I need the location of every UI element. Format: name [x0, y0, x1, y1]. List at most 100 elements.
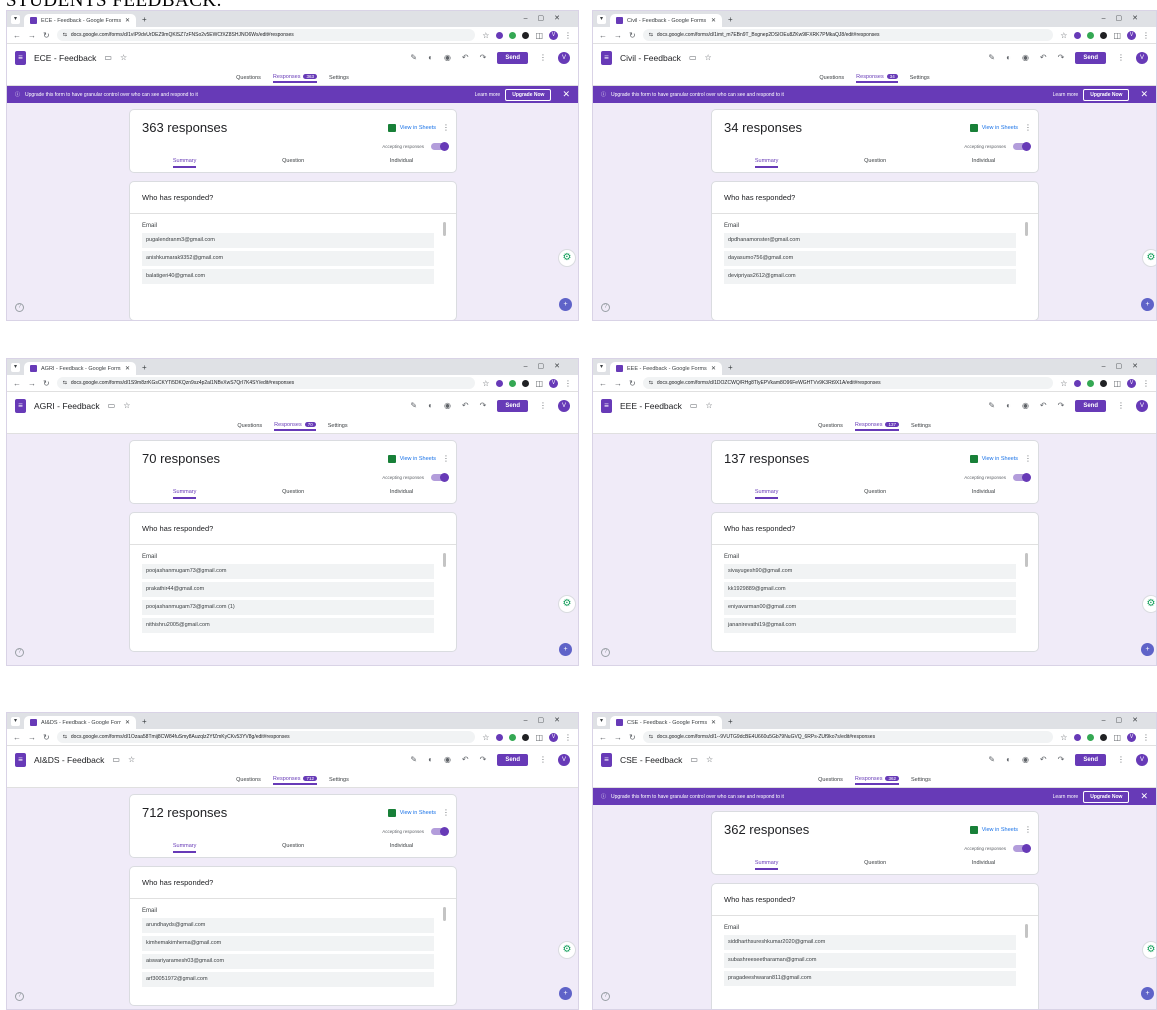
url-input[interactable]: ⇆ docs.google.com/forms/d/1S9m8zrKGsCKYT…: [56, 377, 476, 389]
add-question-fab-icon[interactable]: +: [559, 987, 572, 1000]
account-avatar[interactable]: V: [558, 399, 570, 412]
site-info-icon[interactable]: ⇆: [649, 380, 653, 386]
extension-icon[interactable]: [1100, 31, 1108, 39]
tab-search-icon[interactable]: ▾: [11, 716, 20, 726]
email-row[interactable]: pugalendranm3@gmail.com: [142, 233, 434, 248]
tab-responses[interactable]: Responses 34: [856, 74, 898, 83]
tab-questions[interactable]: Questions: [236, 75, 261, 81]
tab-individual[interactable]: Individual: [972, 860, 995, 870]
star-icon[interactable]: ☆: [120, 53, 127, 62]
tab-summary[interactable]: Summary: [172, 158, 197, 168]
puzzle-icon[interactable]: ◫: [1113, 379, 1121, 388]
extension-icon[interactable]: [1100, 733, 1108, 741]
palette-icon[interactable]: ◐: [1006, 755, 1011, 764]
back-icon[interactable]: ←: [599, 733, 607, 742]
window-controls[interactable]: –▢✕: [1102, 362, 1148, 370]
chrome-menu-icon[interactable]: ⋮: [1142, 733, 1150, 742]
preview-eye-icon[interactable]: ◉: [1022, 401, 1029, 410]
palette-icon[interactable]: ◐: [428, 53, 433, 62]
email-row[interactable]: jananirevathi19@gmail.com: [724, 618, 1016, 633]
email-list-scrollbar[interactable]: [443, 553, 446, 567]
tab-question[interactable]: Question: [282, 158, 304, 168]
forms-logo-icon[interactable]: ≡: [15, 50, 26, 65]
site-info-icon[interactable]: ⇆: [63, 380, 67, 386]
back-icon[interactable]: ←: [599, 379, 607, 388]
accepting-responses-toggle[interactable]: [431, 473, 449, 482]
tab-question[interactable]: Question: [282, 489, 304, 499]
email-row[interactable]: aiswariyaramesh03@gmail.com: [142, 954, 434, 969]
close-tab-icon[interactable]: ✕: [711, 719, 716, 726]
tab-question[interactable]: Question: [864, 158, 886, 168]
puzzle-icon[interactable]: ◫: [535, 733, 543, 742]
preview-eye-icon[interactable]: ◉: [444, 53, 451, 62]
learn-more-link[interactable]: Learn more: [1053, 794, 1079, 800]
forward-icon[interactable]: →: [28, 31, 36, 40]
accepting-responses-toggle[interactable]: [1013, 473, 1031, 482]
redo-icon[interactable]: ↷: [480, 53, 487, 62]
close-tab-icon[interactable]: ✕: [125, 719, 130, 726]
email-row[interactable]: siddharthsureshkumar2020@gmail.com: [724, 935, 1016, 950]
email-row[interactable]: arundhayds@gmail.com: [142, 918, 434, 933]
add-question-fab-icon[interactable]: +: [1141, 643, 1154, 656]
chrome-menu-icon[interactable]: ⋮: [1142, 31, 1150, 40]
gemini-sparkle-icon[interactable]: ⚙: [558, 595, 576, 613]
folder-icon[interactable]: ▭: [104, 53, 112, 62]
preview-eye-icon[interactable]: ◉: [1022, 53, 1029, 62]
view-in-sheets-button[interactable]: View in Sheets: [969, 124, 1018, 132]
tab-search-icon[interactable]: ▾: [11, 362, 20, 372]
bookmark-star-icon[interactable]: ☆: [1060, 379, 1067, 388]
more-options-icon[interactable]: ⋮: [1117, 401, 1125, 410]
close-tab-icon[interactable]: ✕: [125, 17, 130, 24]
extension-icon[interactable]: [522, 733, 530, 741]
extension-icon[interactable]: [522, 379, 530, 387]
preview-eye-icon[interactable]: ◉: [444, 755, 451, 764]
tab-search-icon[interactable]: ▾: [11, 14, 20, 24]
url-input[interactable]: ⇆ docs.google.com/forms/d/1--9VUTG9dcBE4…: [642, 731, 1054, 743]
upgrade-now-button[interactable]: Upgrade Now: [505, 88, 552, 101]
view-in-sheets-button[interactable]: View in Sheets: [969, 455, 1018, 463]
accepting-responses-toggle[interactable]: [431, 142, 449, 151]
window-controls[interactable]: –▢✕: [1102, 14, 1148, 22]
tab-summary[interactable]: Summary: [754, 860, 779, 870]
tab-questions[interactable]: Questions: [818, 423, 843, 429]
browser-tab[interactable]: CSE - Feedback - Google Forms ✕: [610, 716, 722, 729]
email-row[interactable]: anishkumarak9352@gmail.com: [142, 251, 434, 266]
add-question-fab-icon[interactable]: +: [559, 643, 572, 656]
customize-theme-icon[interactable]: ✎: [410, 755, 417, 764]
email-row[interactable]: poojashanmugam73@gmail.com: [142, 564, 434, 579]
forms-logo-icon[interactable]: ≡: [601, 398, 612, 413]
email-row[interactable]: kk1929889@gmail.com: [724, 582, 1016, 597]
chrome-menu-icon[interactable]: ⋮: [564, 733, 572, 742]
new-tab-icon[interactable]: +: [142, 363, 147, 372]
form-title[interactable]: Civil - Feedback: [620, 53, 681, 63]
folder-icon[interactable]: ▭: [108, 401, 116, 410]
form-title[interactable]: EEE - Feedback: [620, 401, 682, 411]
profile-avatar[interactable]: V: [1127, 378, 1136, 388]
browser-tab[interactable]: Civil - Feedback - Google Forms ✕: [610, 14, 722, 27]
profile-avatar[interactable]: V: [549, 30, 558, 40]
bookmark-star-icon[interactable]: ☆: [1060, 733, 1067, 742]
puzzle-icon[interactable]: ◫: [1113, 733, 1121, 742]
view-in-sheets-button[interactable]: View in Sheets: [969, 826, 1018, 834]
extension-icon[interactable]: [1100, 379, 1108, 387]
tab-responses[interactable]: Responses 363: [272, 74, 317, 83]
undo-icon[interactable]: ↶: [462, 53, 469, 62]
account-avatar[interactable]: V: [558, 753, 570, 766]
star-icon[interactable]: ☆: [705, 401, 712, 410]
email-row[interactable]: balatigeri40@gmail.com: [142, 269, 434, 284]
more-options-icon[interactable]: ⋮: [1117, 755, 1125, 764]
back-icon[interactable]: ←: [13, 31, 21, 40]
close-banner-icon[interactable]: ✕: [562, 89, 570, 100]
view-in-sheets-button[interactable]: View in Sheets: [387, 124, 436, 132]
url-input[interactable]: ⇆ docs.google.com/forms/d/1imt_m7EBn9T_B…: [642, 29, 1054, 41]
preview-eye-icon[interactable]: ◉: [1022, 755, 1029, 764]
reload-icon[interactable]: ↻: [629, 733, 636, 742]
tab-settings[interactable]: Settings: [911, 777, 931, 783]
close-banner-icon[interactable]: ✕: [1140, 791, 1148, 802]
help-icon[interactable]: ?: [15, 992, 24, 1001]
undo-icon[interactable]: ↶: [1040, 755, 1047, 764]
tab-settings[interactable]: Settings: [910, 75, 930, 81]
more-options-icon[interactable]: ⋮: [539, 53, 547, 62]
reload-icon[interactable]: ↻: [43, 733, 50, 742]
new-tab-icon[interactable]: +: [728, 363, 733, 372]
